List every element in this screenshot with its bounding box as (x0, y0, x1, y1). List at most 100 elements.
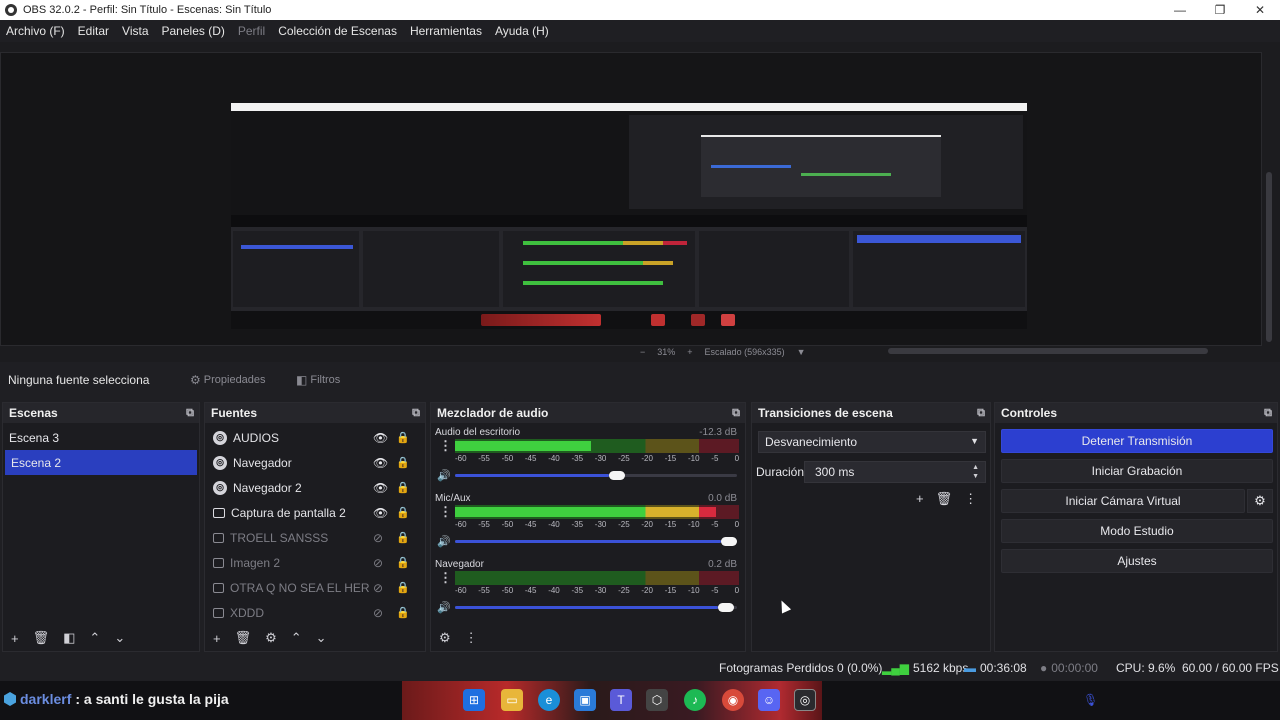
menu-archivo[interactable]: Archivo (F) (6, 24, 65, 38)
close-button[interactable]: ✕ (1240, 0, 1280, 20)
add-transition-icon[interactable]: + (916, 491, 924, 507)
settings-button[interactable]: Ajustes (1001, 549, 1273, 573)
virtual-camera-button[interactable]: Iniciar Cámara Virtual (1001, 489, 1245, 513)
channel-menu-icon[interactable]: ⋮ (439, 439, 452, 452)
remove-scene-icon[interactable]: 🗑 (33, 630, 50, 646)
menu-perfil[interactable]: Perfil (238, 24, 265, 38)
remove-transition-icon[interactable]: 🗑 (936, 491, 953, 507)
speaker-icon[interactable]: 🔊 (437, 469, 451, 482)
studio-mode-button[interactable]: Modo Estudio (1001, 519, 1273, 543)
store-icon[interactable]: ▣ (574, 689, 596, 711)
source-item[interactable]: XDDD ⊘ 🔒 (205, 600, 425, 625)
volume-slider-handle[interactable] (721, 537, 737, 546)
scene-item[interactable]: Escena 2 (5, 450, 197, 475)
nested-meter (623, 241, 663, 245)
undock-icon[interactable]: ⧉ (412, 407, 420, 420)
eye-icon[interactable]: 👁 (373, 506, 388, 520)
lock-icon[interactable]: 🔒 (396, 531, 410, 544)
source-item[interactable]: ◎ Navegador 2 👁 🔒 (205, 475, 425, 500)
transition-menu-icon[interactable]: ⋮ (964, 491, 977, 507)
zoom-in-button[interactable]: + (687, 347, 692, 357)
virtual-camera-settings-icon[interactable]: ⚙ (1247, 489, 1273, 513)
start-recording-button[interactable]: Iniciar Grabación (1001, 459, 1273, 483)
undock-icon[interactable]: ⧉ (977, 407, 985, 420)
volume-slider[interactable] (455, 537, 737, 546)
move-up-icon[interactable]: ⌃ (291, 630, 302, 646)
discord-icon[interactable]: ☺ (758, 689, 780, 711)
add-source-icon[interactable]: + (213, 631, 221, 646)
browser-icon: ◎ (213, 480, 227, 495)
properties-button[interactable]: ⚙ Propiedades (190, 373, 266, 387)
undock-icon[interactable]: ⧉ (186, 407, 194, 420)
eye-hidden-icon[interactable]: ⊘ (373, 531, 383, 545)
duration-spinbox[interactable]: 300 ms ▲ ▼ (804, 461, 986, 483)
lock-icon[interactable]: 🔒 (396, 606, 410, 619)
scaling-dropdown-icon[interactable]: ▼ (797, 347, 806, 357)
volume-slider[interactable] (455, 471, 737, 480)
move-down-icon[interactable]: ⌄ (316, 630, 327, 646)
windows-start-icon[interactable]: ⊞ (463, 689, 485, 711)
menu-vista[interactable]: Vista (122, 24, 148, 38)
menu-paneles[interactable]: Paneles (D) (162, 24, 225, 38)
add-scene-icon[interactable]: + (11, 631, 19, 646)
lock-icon[interactable]: 🔒 (396, 581, 410, 594)
undock-icon[interactable]: ⧉ (732, 407, 740, 420)
lock-icon[interactable]: 🔒 (396, 506, 410, 519)
lock-icon[interactable]: 🔒 (396, 456, 410, 469)
mixer-menu-icon[interactable]: ⋮ (465, 630, 478, 646)
remove-source-icon[interactable]: 🗑 (235, 630, 252, 646)
eye-hidden-icon[interactable]: ⊘ (373, 556, 383, 570)
menu-herramientas[interactable]: Herramientas (410, 24, 482, 38)
menu-ayuda[interactable]: Ayuda (H) (495, 24, 549, 38)
lock-icon[interactable]: 🔒 (396, 556, 410, 569)
source-item[interactable]: ◎ Navegador 👁 🔒 (205, 450, 425, 475)
app-icon[interactable]: ⬡ (646, 689, 668, 711)
source-item[interactable]: TROELL SANSSS ⊘ 🔒 (205, 525, 425, 550)
speaker-icon[interactable]: 🔊 (437, 601, 451, 614)
stop-stream-button[interactable]: Detener Transmisión (1001, 429, 1273, 453)
maximize-button[interactable]: ❐ (1200, 0, 1240, 20)
teams-icon[interactable]: T (610, 689, 632, 711)
file-explorer-icon[interactable]: ▭ (501, 689, 523, 711)
lock-icon[interactable]: 🔒 (396, 431, 410, 444)
nested-taskbar (231, 311, 1027, 329)
source-item[interactable]: Captura de pantalla 2 👁 🔒 (205, 500, 425, 525)
menu-editar[interactable]: Editar (78, 24, 109, 38)
volume-slider[interactable] (455, 603, 737, 612)
eye-hidden-icon[interactable]: ⊘ (373, 581, 383, 595)
channel-menu-icon[interactable]: ⋮ (439, 571, 452, 584)
source-item[interactable]: Imagen 2 ⊘ 🔒 (205, 550, 425, 575)
zoom-out-button[interactable]: − (640, 347, 645, 357)
preview-frame[interactable] (0, 52, 1262, 346)
preview-canvas[interactable] (231, 103, 1027, 329)
source-item[interactable]: ◎ AUDIOS 👁 🔒 (205, 425, 425, 450)
move-up-icon[interactable]: ⌃ (89, 630, 100, 646)
chrome-icon[interactable]: ◉ (722, 689, 744, 711)
eye-hidden-icon[interactable]: ⊘ (373, 606, 383, 620)
source-item[interactable]: OTRA Q NO SEA EL HERMC ⊘ 🔒 (205, 575, 425, 600)
eye-icon[interactable]: 👁 (373, 481, 388, 495)
spin-arrows-icon[interactable]: ▲ ▼ (972, 463, 979, 481)
source-properties-icon[interactable]: ⚙ (265, 630, 277, 646)
scene-filters-icon[interactable]: ◧ (63, 630, 75, 646)
speaker-icon[interactable]: 🔊 (437, 535, 451, 548)
edge-browser-icon[interactable]: e (538, 689, 560, 711)
move-down-icon[interactable]: ⌄ (114, 630, 125, 646)
channel-menu-icon[interactable]: ⋮ (439, 505, 452, 518)
lock-icon[interactable]: 🔒 (396, 481, 410, 494)
undock-icon[interactable]: ⧉ (1264, 407, 1272, 420)
preview-horizontal-scrollbar[interactable] (888, 348, 1208, 354)
filters-button[interactable]: ◧ Filtros (296, 373, 340, 387)
scene-item[interactable]: Escena 3 (3, 425, 199, 450)
menu-coleccion-escenas[interactable]: Colección de Escenas (278, 24, 397, 38)
preview-vertical-scrollbar[interactable] (1266, 172, 1272, 342)
obs-taskbar-icon[interactable]: ◎ (794, 689, 816, 711)
eye-icon[interactable]: 👁 (373, 431, 388, 445)
spotify-icon[interactable]: ♪ (684, 689, 706, 711)
volume-slider-handle[interactable] (718, 603, 735, 612)
volume-slider-handle[interactable] (609, 471, 626, 480)
advanced-audio-icon[interactable]: ⚙ (439, 630, 451, 646)
eye-icon[interactable]: 👁 (373, 456, 388, 470)
transition-select[interactable]: Desvanecimiento ▼ (758, 431, 986, 453)
minimize-button[interactable]: — (1160, 0, 1200, 20)
